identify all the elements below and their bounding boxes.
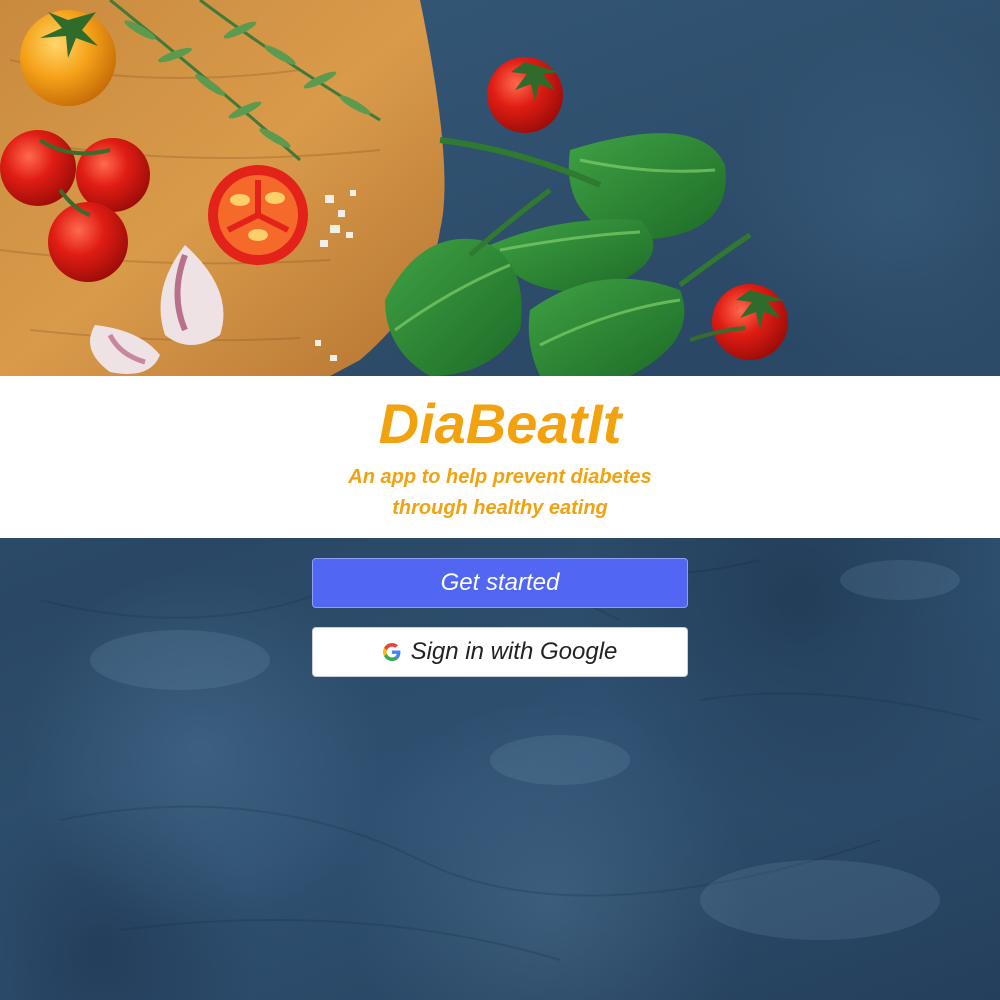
get-started-button[interactable]: Get started bbox=[312, 558, 688, 608]
google-signin-button[interactable]: Sign in with Google bbox=[312, 627, 688, 677]
app-tagline: An app to help prevent diabetes through … bbox=[0, 462, 1000, 524]
tagline-line-1: An app to help prevent diabetes bbox=[348, 466, 652, 488]
google-signin-label: Sign in with Google bbox=[410, 638, 618, 665]
tagline-line-2: through healthy eating bbox=[392, 497, 608, 519]
hero-food-photo bbox=[0, 0, 1000, 376]
google-g-icon bbox=[382, 643, 401, 661]
hero-illustration bbox=[0, 0, 788, 376]
app-title: DiaBeatIt bbox=[378, 392, 622, 455]
get-started-label: Get started bbox=[440, 569, 560, 596]
